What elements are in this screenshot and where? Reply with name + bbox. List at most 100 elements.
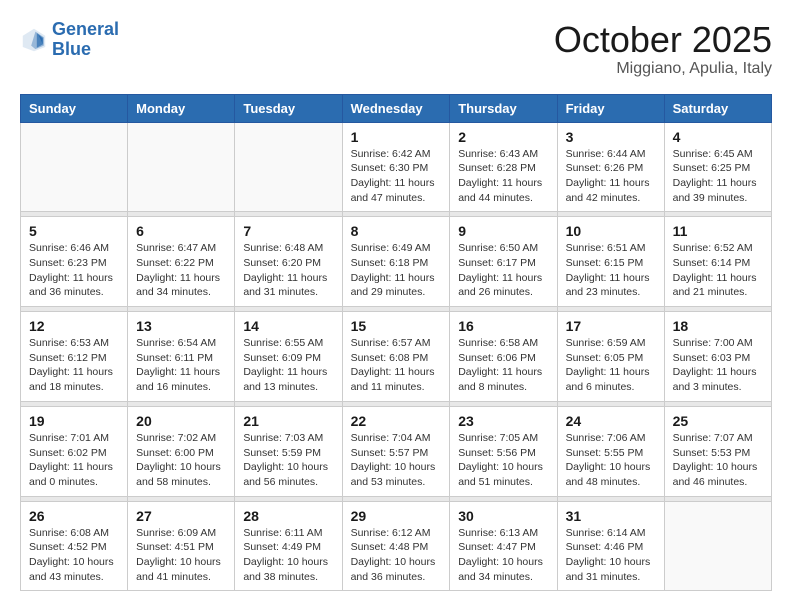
calendar-cell: 25 Sunrise: 7:07 AMSunset: 5:53 PMDayligh… — [664, 406, 771, 496]
weekday-header-thursday: Thursday — [450, 94, 557, 122]
calendar-cell: 24Sunrise: 7:06 AMSunset: 5:55 PMDayligh… — [557, 406, 664, 496]
day-number: 22 — [351, 413, 442, 429]
weekday-header-wednesday: Wednesday — [342, 94, 450, 122]
calendar-cell: 3 Sunrise: 6:44 AMSunset: 6:26 PMDaylight… — [557, 122, 664, 212]
day-number: 14 — [243, 318, 333, 334]
calendar-cell: 30 Sunrise: 6:13 AMSunset: 4:47 PMDayligh… — [450, 501, 557, 591]
day-info: Sunrise: 7:00 AMSunset: 6:03 PMDaylight:… — [673, 336, 763, 395]
calendar-cell: 29 Sunrise: 6:12 AMSunset: 4:48 PMDayligh… — [342, 501, 450, 591]
day-info: Sunrise: 6:51 AMSunset: 6:15 PMDaylight:… — [566, 241, 656, 300]
weekday-header-friday: Friday — [557, 94, 664, 122]
day-number: 29 — [351, 508, 442, 524]
day-number: 4 — [673, 129, 763, 145]
day-number: 9 — [458, 223, 548, 239]
day-info: Sunrise: 7:01 AMSunset: 6:02 PMDaylight:… — [29, 431, 119, 490]
calendar-cell: 17 Sunrise: 6:59 AMSunset: 6:05 PMDayligh… — [557, 312, 664, 402]
day-info: Sunrise: 6:49 AMSunset: 6:18 PMDaylight:… — [351, 241, 442, 300]
calendar-cell — [664, 501, 771, 591]
calendar-week-row: 26 Sunrise: 6:08 AMSunset: 4:52 PMDayligh… — [21, 501, 772, 591]
calendar-week-row: 19 Sunrise: 7:01 AMSunset: 6:02 PMDayligh… — [21, 406, 772, 496]
calendar-cell: 9 Sunrise: 6:50 AMSunset: 6:17 PMDaylight… — [450, 217, 557, 307]
day-number: 26 — [29, 508, 119, 524]
calendar-cell: 22 Sunrise: 7:04 AMSunset: 5:57 PMDayligh… — [342, 406, 450, 496]
day-number: 5 — [29, 223, 119, 239]
day-number: 28 — [243, 508, 333, 524]
day-info: Sunrise: 6:44 AMSunset: 6:26 PMDaylight:… — [566, 147, 656, 206]
day-number: 25 — [673, 413, 763, 429]
day-number: 23 — [458, 413, 548, 429]
day-info: Sunrise: 6:55 AMSunset: 6:09 PMDaylight:… — [243, 336, 333, 395]
calendar-cell: 21Sunrise: 7:03 AMSunset: 5:59 PMDayligh… — [235, 406, 342, 496]
day-info: Sunrise: 7:04 AMSunset: 5:57 PMDaylight:… — [351, 431, 442, 490]
day-info: Sunrise: 7:05 AMSunset: 5:56 PMDaylight:… — [458, 431, 548, 490]
day-number: 21 — [243, 413, 333, 429]
day-number: 15 — [351, 318, 442, 334]
day-number: 30 — [458, 508, 548, 524]
calendar-cell: 2Sunrise: 6:43 AMSunset: 6:28 PMDaylight… — [450, 122, 557, 212]
day-info: Sunrise: 6:09 AMSunset: 4:51 PMDaylight:… — [136, 526, 226, 585]
day-info: Sunrise: 6:42 AMSunset: 6:30 PMDaylight:… — [351, 147, 442, 206]
day-info: Sunrise: 6:45 AMSunset: 6:25 PMDaylight:… — [673, 147, 763, 206]
day-info: Sunrise: 6:08 AMSunset: 4:52 PMDaylight:… — [29, 526, 119, 585]
page-header: General Blue October 2025 Miggiano, Apul… — [20, 20, 772, 78]
calendar-cell: 11Sunrise: 6:52 AMSunset: 6:14 PMDayligh… — [664, 217, 771, 307]
day-number: 16 — [458, 318, 548, 334]
day-number: 8 — [351, 223, 442, 239]
weekday-header-monday: Monday — [128, 94, 235, 122]
calendar-cell: 4 Sunrise: 6:45 AMSunset: 6:25 PMDaylight… — [664, 122, 771, 212]
weekday-header-saturday: Saturday — [664, 94, 771, 122]
calendar-week-row: 5 Sunrise: 6:46 AMSunset: 6:23 PMDaylight… — [21, 217, 772, 307]
calendar-cell: 10 Sunrise: 6:51 AMSunset: 6:15 PMDayligh… — [557, 217, 664, 307]
day-number: 20 — [136, 413, 226, 429]
day-number: 24 — [566, 413, 656, 429]
calendar-cell: 12Sunrise: 6:53 AMSunset: 6:12 PMDayligh… — [21, 312, 128, 402]
day-number: 11 — [673, 223, 763, 239]
day-number: 3 — [566, 129, 656, 145]
calendar-cell: 27 Sunrise: 6:09 AMSunset: 4:51 PMDayligh… — [128, 501, 235, 591]
day-number: 6 — [136, 223, 226, 239]
day-info: Sunrise: 6:50 AMSunset: 6:17 PMDaylight:… — [458, 241, 548, 300]
day-info: Sunrise: 6:48 AMSunset: 6:20 PMDaylight:… — [243, 241, 333, 300]
calendar-cell: 14 Sunrise: 6:55 AMSunset: 6:09 PMDayligh… — [235, 312, 342, 402]
calendar-cell: 26 Sunrise: 6:08 AMSunset: 4:52 PMDayligh… — [21, 501, 128, 591]
day-info: Sunrise: 6:14 AMSunset: 4:46 PMDaylight:… — [566, 526, 656, 585]
calendar-week-row: 1 Sunrise: 6:42 AMSunset: 6:30 PMDaylight… — [21, 122, 772, 212]
day-number: 10 — [566, 223, 656, 239]
calendar-cell: 15 Sunrise: 6:57 AMSunset: 6:08 PMDayligh… — [342, 312, 450, 402]
calendar-cell: 8 Sunrise: 6:49 AMSunset: 6:18 PMDaylight… — [342, 217, 450, 307]
day-info: Sunrise: 6:47 AMSunset: 6:22 PMDaylight:… — [136, 241, 226, 300]
day-number: 7 — [243, 223, 333, 239]
day-info: Sunrise: 6:46 AMSunset: 6:23 PMDaylight:… — [29, 241, 119, 300]
day-info: Sunrise: 6:13 AMSunset: 4:47 PMDaylight:… — [458, 526, 548, 585]
day-info: Sunrise: 7:07 AMSunset: 5:53 PMDaylight:… — [673, 431, 763, 490]
day-number: 27 — [136, 508, 226, 524]
weekday-header-row: SundayMondayTuesdayWednesdayThursdayFrid… — [21, 94, 772, 122]
calendar-cell: 16 Sunrise: 6:58 AMSunset: 6:06 PMDayligh… — [450, 312, 557, 402]
day-info: Sunrise: 6:11 AMSunset: 4:49 PMDaylight:… — [243, 526, 333, 585]
title-block: October 2025 Miggiano, Apulia, Italy — [554, 20, 772, 78]
month-title: October 2025 — [554, 20, 772, 60]
day-info: Sunrise: 6:59 AMSunset: 6:05 PMDaylight:… — [566, 336, 656, 395]
calendar-cell: 6 Sunrise: 6:47 AMSunset: 6:22 PMDaylight… — [128, 217, 235, 307]
day-number: 2 — [458, 129, 548, 145]
day-info: Sunrise: 6:57 AMSunset: 6:08 PMDaylight:… — [351, 336, 442, 395]
calendar-cell: 13Sunrise: 6:54 AMSunset: 6:11 PMDayligh… — [128, 312, 235, 402]
day-number: 18 — [673, 318, 763, 334]
day-info: Sunrise: 6:12 AMSunset: 4:48 PMDaylight:… — [351, 526, 442, 585]
calendar-cell: 18 Sunrise: 7:00 AMSunset: 6:03 PMDayligh… — [664, 312, 771, 402]
day-number: 31 — [566, 508, 656, 524]
day-info: Sunrise: 6:54 AMSunset: 6:11 PMDaylight:… — [136, 336, 226, 395]
location-subtitle: Miggiano, Apulia, Italy — [554, 60, 772, 78]
day-number: 1 — [351, 129, 442, 145]
calendar-cell — [128, 122, 235, 212]
calendar-cell: 5 Sunrise: 6:46 AMSunset: 6:23 PMDaylight… — [21, 217, 128, 307]
logo-icon — [20, 26, 48, 54]
day-number: 19 — [29, 413, 119, 429]
day-number: 17 — [566, 318, 656, 334]
calendar-cell: 19 Sunrise: 7:01 AMSunset: 6:02 PMDayligh… — [21, 406, 128, 496]
calendar-week-row: 12Sunrise: 6:53 AMSunset: 6:12 PMDayligh… — [21, 312, 772, 402]
day-info: Sunrise: 6:58 AMSunset: 6:06 PMDaylight:… — [458, 336, 548, 395]
calendar-cell: 20 Sunrise: 7:02 AMSunset: 6:00 PMDayligh… — [128, 406, 235, 496]
day-info: Sunrise: 7:02 AMSunset: 6:00 PMDaylight:… — [136, 431, 226, 490]
calendar-table: SundayMondayTuesdayWednesdayThursdayFrid… — [20, 94, 772, 592]
